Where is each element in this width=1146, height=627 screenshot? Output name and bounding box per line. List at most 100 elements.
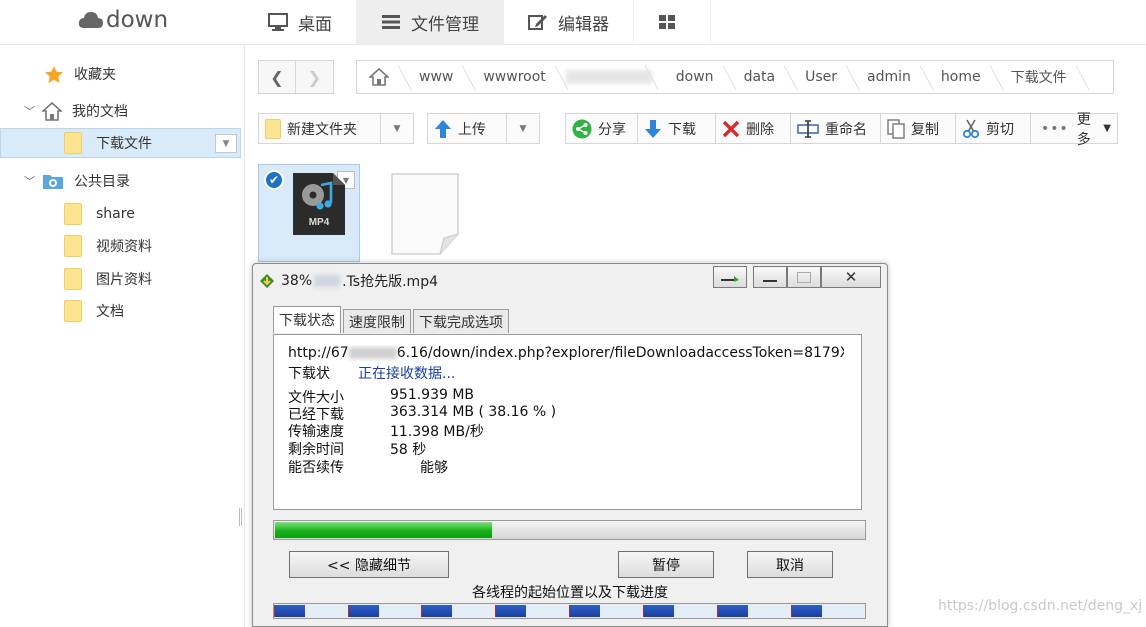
download-url: http://67 6.16/down/index.php?explorer/fi…	[288, 345, 844, 361]
nav-editor[interactable]: 编辑器	[504, 0, 634, 44]
breadcrumb-item[interactable]: data	[730, 61, 792, 93]
forward-button[interactable]: ❯	[296, 60, 334, 94]
sidebar-item-images[interactable]: 图片资料	[64, 264, 152, 294]
downloaded-value: 363.314 MB ( 38.16 % )	[390, 404, 557, 420]
minimize-button[interactable]	[753, 266, 787, 288]
nav-apps[interactable]	[634, 0, 711, 44]
chevron-down-icon[interactable]: ▼	[380, 114, 413, 143]
breadcrumb-item[interactable]: wwwroot	[469, 61, 561, 93]
download-arrow-icon	[645, 119, 661, 138]
folder-icon	[64, 300, 82, 322]
title-filename: .Ts抢先版.mp4	[342, 274, 438, 290]
sidebar-item-label: 收藏夹	[74, 67, 116, 83]
chevron-down-icon[interactable]: ﹀	[24, 103, 36, 119]
close-icon: ✕	[844, 268, 858, 286]
hide-details-button[interactable]: << 隐藏细节	[289, 551, 449, 578]
nav-file-manager[interactable]: 文件管理	[357, 0, 504, 44]
title-percent: 38%	[281, 273, 313, 289]
minimize-to-tray-button[interactable]	[713, 266, 747, 288]
checkmark-icon[interactable]: ✔	[264, 170, 284, 190]
tab-completion-options[interactable]: 下载完成选项	[413, 309, 509, 333]
sidebar-item-public[interactable]: ﹀ 公共目录	[24, 166, 130, 196]
tab-download-status[interactable]: 下载状态	[273, 306, 341, 333]
sidebar-item-my-docs[interactable]: ﹀ 我的文档	[24, 96, 128, 126]
thread-segment	[274, 605, 305, 617]
arrow-right-icon	[721, 276, 739, 282]
sidebar-item-label: 公共目录	[74, 174, 130, 190]
status-value: 正在接收数据...	[358, 366, 456, 382]
speed-label: 传输速度	[288, 424, 344, 440]
breadcrumb-item[interactable]: User	[791, 61, 853, 93]
upload-arrow-icon	[435, 119, 451, 138]
sidebar-item-videos[interactable]: 视频资料	[64, 231, 152, 261]
file-size-value: 951.939 MB	[390, 387, 475, 403]
breadcrumb-item[interactable]: home	[927, 61, 997, 93]
maximize-button[interactable]	[787, 266, 821, 288]
maximize-icon	[797, 271, 811, 283]
breadcrumb: www wwwroot down data User admin home 下载…	[356, 60, 1114, 94]
nav-desktop-label: 桌面	[298, 14, 332, 35]
mp4-file-icon: MP4	[293, 173, 345, 235]
breadcrumb-item[interactable]: www	[405, 61, 469, 93]
folder-icon	[64, 132, 82, 154]
upload-label: 上传	[458, 121, 486, 138]
watermark: https://blog.csdn.net/deng_xj	[938, 598, 1143, 614]
thread-segment	[348, 605, 379, 617]
share-button[interactable]: 分享	[565, 113, 638, 144]
thread-segment	[717, 605, 748, 617]
redaction-blur	[348, 347, 397, 359]
mp4-file-type: MP4	[309, 217, 330, 228]
speed-value: 11.398 MB/秒	[390, 424, 484, 440]
sidebar-resize-handle[interactable]	[239, 508, 242, 526]
folder-icon	[265, 118, 281, 139]
remaining-value: 58 秒	[390, 442, 427, 458]
cancel-button[interactable]: 取消	[747, 551, 833, 578]
sidebar-item-downloads[interactable]: 下载文件	[64, 128, 152, 158]
breadcrumb-item[interactable]: down	[662, 61, 730, 93]
breadcrumb-item-redacted[interactable]	[565, 61, 652, 93]
new-folder-button[interactable]: 新建文件夹 ▼	[258, 113, 414, 144]
sidebar-item-share[interactable]: share	[64, 199, 135, 229]
home-icon	[42, 101, 62, 121]
breadcrumb-item[interactable]: admin	[853, 61, 927, 93]
dialog-tabs: 下载状态 速度限制 下载完成选项	[273, 306, 511, 333]
sidebar-item-favorites[interactable]: 收藏夹	[44, 59, 116, 89]
sidebar-item-label: 我的文档	[72, 104, 128, 120]
blank-file-icon	[391, 173, 459, 255]
close-button[interactable]: ✕	[821, 266, 881, 288]
chevron-down-icon[interactable]: ﹀	[24, 173, 36, 189]
breadcrumb-item[interactable]: 下载文件	[997, 61, 1083, 93]
rename-button[interactable]: 重命名	[791, 113, 881, 144]
top-bar: down 桌面 文件管理 编辑器	[0, 0, 1146, 45]
minimize-icon	[763, 280, 777, 282]
delete-button[interactable]: 删除	[716, 113, 791, 144]
share-label: 分享	[598, 121, 626, 138]
sidebar-item-documents[interactable]: 文档	[64, 296, 124, 326]
thread-segment	[495, 605, 526, 617]
back-button[interactable]: ❮	[258, 60, 296, 94]
tab-speed-limit[interactable]: 速度限制	[343, 309, 411, 333]
chevron-down-icon[interactable]: ▼	[506, 114, 539, 143]
file-item-mp4[interactable]: ✔ ▼ MP4	[258, 164, 360, 262]
remaining-row: 剩余时间 58 秒	[288, 439, 426, 459]
threads-label: 各线程的起始位置以及下载进度	[472, 585, 668, 601]
copy-button[interactable]: 复制	[881, 113, 956, 144]
upload-button[interactable]: 上传 ▼	[427, 113, 540, 144]
download-button[interactable]: 下载	[638, 113, 716, 144]
cut-button[interactable]: 剪切	[956, 113, 1031, 144]
breadcrumb-home[interactable]	[357, 61, 405, 93]
top-nav: 桌面 文件管理 编辑器	[244, 0, 711, 44]
pause-button[interactable]: 暂停	[618, 551, 714, 578]
copy-label: 复制	[911, 121, 939, 138]
redaction-blur	[565, 70, 652, 84]
nav-desktop[interactable]: 桌面	[244, 0, 357, 44]
row-dropdown-button[interactable]: ▼	[215, 134, 237, 153]
delete-label: 删除	[746, 121, 774, 138]
resume-value: 能够	[420, 460, 448, 476]
cut-label: 剪切	[986, 121, 1014, 138]
public-folder-icon	[43, 175, 63, 189]
app-logo[interactable]: down	[78, 7, 168, 33]
more-button[interactable]: ••• 更多 ▼	[1031, 112, 1118, 148]
thread-segment	[421, 605, 452, 617]
file-item-blank[interactable]	[390, 172, 462, 260]
